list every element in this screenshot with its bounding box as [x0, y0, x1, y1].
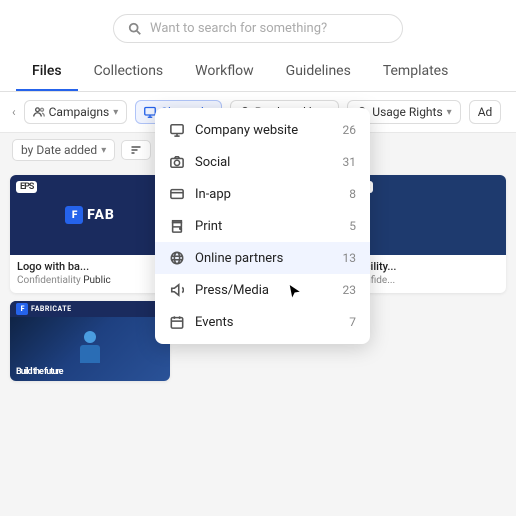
tab-guidelines[interactable]: Guidelines	[270, 53, 367, 91]
monitor-icon-2	[169, 122, 185, 138]
dropdown-count: 31	[343, 155, 357, 169]
chevron-down-icon-5: ▾	[101, 145, 106, 156]
grid-item[interactable]: EPS Facility... Confide...	[346, 175, 506, 293]
dropdown-label: Company website	[195, 123, 335, 138]
dropdown-label: Social	[195, 155, 335, 170]
megaphone-icon	[169, 282, 185, 298]
camera-icon	[169, 154, 185, 170]
print-icon	[169, 218, 185, 234]
dropdown-label: Press/Media	[195, 283, 335, 298]
chevron-down-icon: ▾	[113, 107, 118, 118]
channel-dropdown: Company website 26 Social 31 In-app 8	[155, 108, 370, 344]
asset-thumbnail: EPS F FAB	[10, 175, 170, 255]
grid-item[interactable]: EPS F FAB Logo with ba... Confidentialit…	[10, 175, 170, 293]
users-icon	[33, 106, 45, 118]
asset-title: Facility...	[353, 260, 499, 273]
dropdown-label: In-app	[195, 187, 341, 202]
search-input-wrap[interactable]: Want to search for something?	[113, 14, 403, 43]
tab-files[interactable]: Files	[16, 53, 78, 91]
dropdown-item-inapp[interactable]: In-app 8	[155, 178, 370, 210]
search-bar: Want to search for something?	[0, 0, 516, 53]
dropdown-count: 7	[349, 315, 356, 329]
filter-ad-label: Ad	[478, 105, 493, 119]
search-icon	[128, 22, 142, 36]
sort-label: by Date added	[21, 143, 97, 157]
dropdown-count: 13	[343, 251, 357, 265]
sort-order-icon	[130, 144, 142, 156]
asset-thumbnail: F FABRICATE Build the future	[10, 301, 170, 381]
eps-badge: EPS	[16, 181, 37, 193]
asset-info: Facility... Confide...	[346, 255, 506, 293]
asset-confidentiality: Confide...	[353, 275, 499, 286]
calendar-icon	[169, 314, 185, 330]
filter-ad[interactable]: Ad	[469, 100, 502, 124]
dropdown-count: 5	[349, 219, 356, 233]
dropdown-count: 8	[349, 187, 356, 201]
sort-order-button[interactable]	[121, 140, 151, 160]
asset-confidentiality: Confidentiality Public	[17, 275, 163, 286]
filter-campaigns-label: Campaigns	[49, 105, 110, 119]
tab-templates[interactable]: Templates	[367, 53, 465, 91]
tab-workflow[interactable]: Workflow	[179, 53, 270, 91]
filter-campaigns[interactable]: Campaigns ▾	[24, 100, 128, 124]
dropdown-item-press-media[interactable]: Press/Media 23	[155, 274, 370, 306]
search-placeholder: Want to search for something?	[150, 21, 327, 36]
dropdown-label: Print	[195, 219, 341, 234]
dropdown-item-company-website[interactable]: Company website 26	[155, 114, 370, 146]
asset-info: Logo with ba... Confidentiality Public	[10, 255, 170, 293]
dropdown-item-social[interactable]: Social 31	[155, 146, 370, 178]
grid-item[interactable]: F FABRICATE Build the future	[10, 301, 170, 381]
globe-icon	[169, 250, 185, 266]
asset-thumbnail: EPS	[346, 175, 506, 255]
dropdown-count: 26	[343, 123, 357, 137]
card-icon	[169, 186, 185, 202]
filter-usage-rights-label: Usage Rights	[372, 105, 442, 119]
tab-collections[interactable]: Collections	[78, 53, 180, 91]
asset-title: Logo with ba...	[17, 260, 163, 273]
dropdown-item-print[interactable]: Print 5	[155, 210, 370, 242]
filter-scroll-left[interactable]: ‹	[12, 105, 16, 119]
nav-tabs: Files Collections Workflow Guidelines Te…	[0, 53, 516, 92]
sort-button[interactable]: by Date added ▾	[12, 139, 115, 161]
dropdown-item-online-partners[interactable]: Online partners 13	[155, 242, 370, 274]
dropdown-item-events[interactable]: Events 7	[155, 306, 370, 338]
dropdown-count: 23	[343, 283, 357, 297]
dropdown-label: Online partners	[195, 251, 335, 266]
asset-overlay-title: Build the future	[16, 367, 164, 377]
dropdown-label: Events	[195, 315, 341, 330]
chevron-down-icon-4: ▾	[447, 107, 452, 118]
